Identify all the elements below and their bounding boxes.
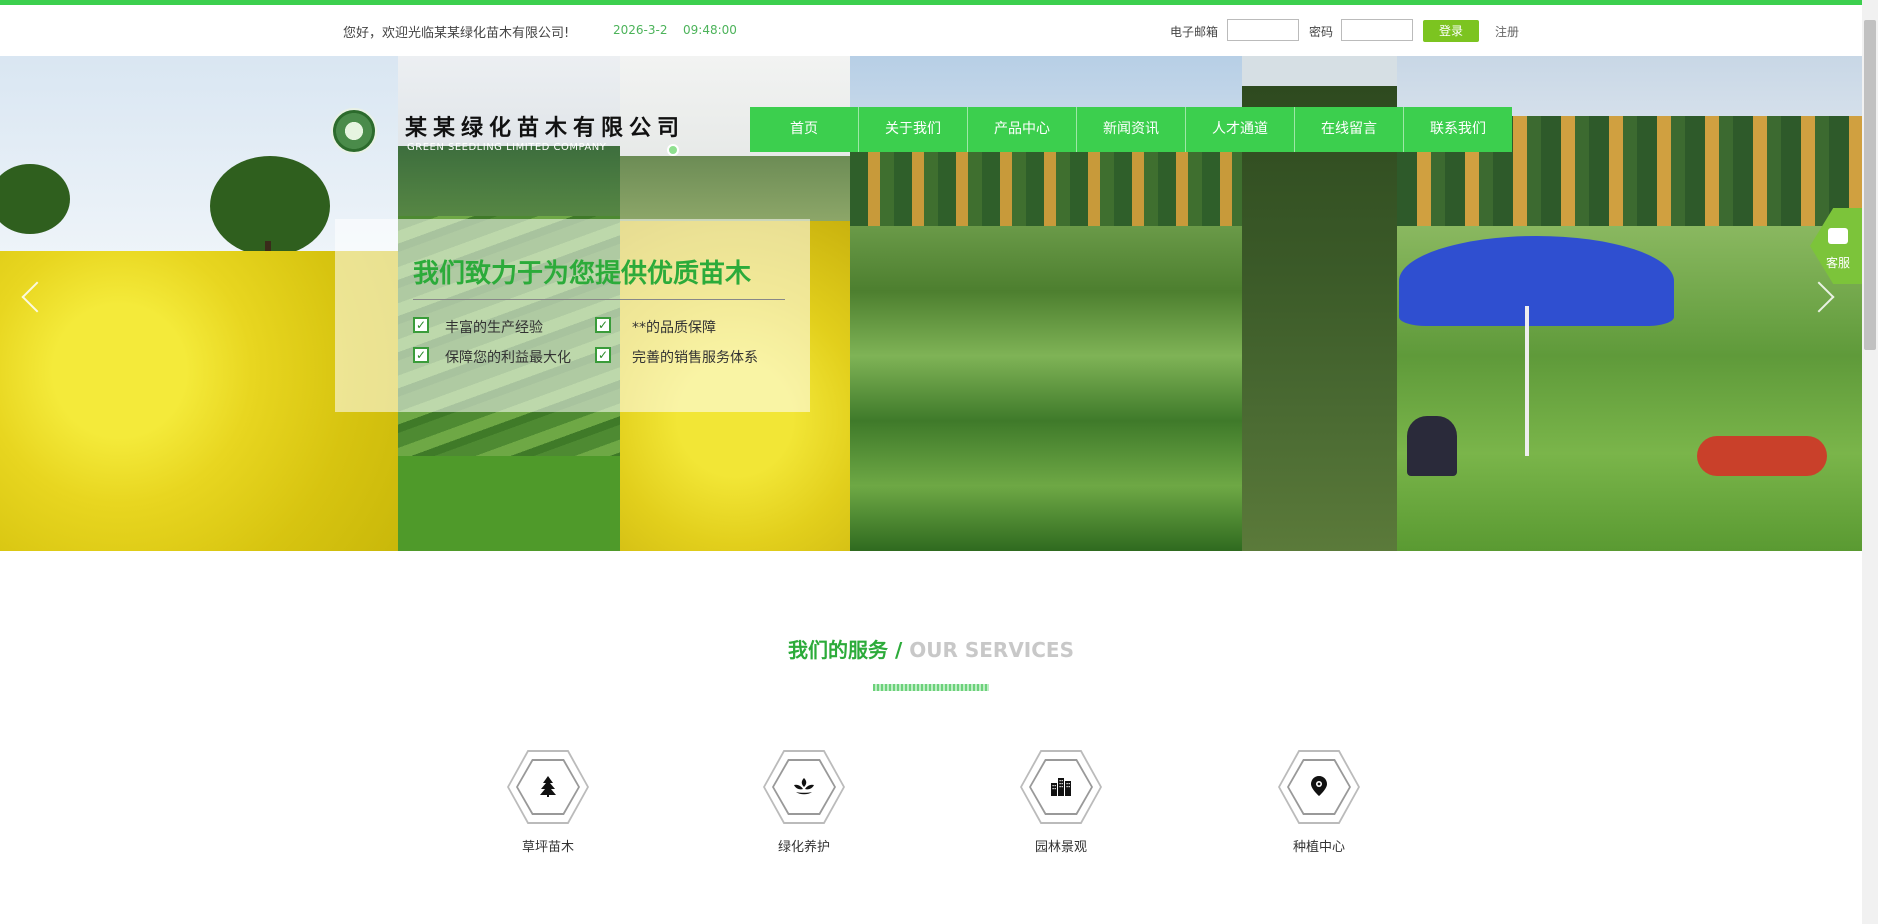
nav-item-home[interactable]: 首页	[750, 107, 859, 152]
scrollbar-thumb[interactable]	[1864, 20, 1876, 350]
current-date: 2026-3-2	[613, 23, 668, 37]
nav-item-news[interactable]: 新闻资讯	[1077, 107, 1186, 152]
welcome-text: 您好，欢迎光临某某绿化苗木有限公司!	[343, 26, 570, 41]
sprout-icon	[794, 778, 814, 795]
service-item-lawn[interactable]: 草坪苗木	[493, 750, 603, 855]
company-name-en: GREEN SEEDLING LIMITED COMPANY	[407, 142, 607, 153]
nav-item-about[interactable]: 关于我们	[859, 107, 968, 152]
company-logo-icon	[331, 108, 377, 154]
services-title-sep: /	[894, 638, 903, 662]
feature-text: 丰富的生产经验	[445, 320, 543, 336]
services-heading: 我们的服务 / OUR SERVICES	[0, 634, 1862, 663]
feature-text: 保障您的利益最大化	[445, 350, 571, 366]
buildings-icon	[1051, 778, 1071, 796]
service-label: 草坪苗木	[521, 840, 574, 855]
service-item-planting[interactable]: 种植中心	[1264, 750, 1374, 855]
promo-divider	[413, 299, 785, 300]
password-input[interactable]	[1341, 19, 1413, 41]
services-title-en: OUR SERVICES	[909, 638, 1074, 662]
services-underline	[873, 684, 989, 691]
top-bar: 您好，欢迎光临某某绿化苗木有限公司! 2026-3-2 09:48:00 电子邮…	[0, 5, 1862, 56]
hexagon-frame	[763, 750, 845, 824]
service-label: 绿化养护	[777, 840, 830, 855]
hero-banner: 某某绿化苗木有限公司 GREEN SEEDLING LIMITED COMPAN…	[0, 56, 1862, 551]
feature-text: **的品质保障	[632, 320, 716, 336]
register-link[interactable]: 注册	[1495, 23, 1519, 40]
nav-item-message[interactable]: 在线留言	[1295, 107, 1404, 152]
email-label: 电子邮箱	[1170, 25, 1219, 39]
email-input[interactable]	[1227, 19, 1299, 41]
hexagon-frame	[1020, 750, 1102, 824]
feature-text: 完善的销售服务体系	[632, 350, 758, 366]
hexagon-frame	[1278, 750, 1360, 824]
check-icon: ✓	[595, 317, 611, 333]
service-label: 园林景观	[1034, 840, 1087, 855]
nav-item-contact[interactable]: 联系我们	[1404, 107, 1512, 152]
service-label: 种植中心	[1292, 840, 1345, 855]
check-icon: ✓	[413, 317, 429, 333]
current-time: 09:48:00	[683, 23, 737, 37]
main-nav: 首页 关于我们 产品中心 新闻资讯 人才通道 在线留言 联系我们	[750, 107, 1512, 152]
check-icon: ✓	[595, 347, 611, 363]
check-icon: ✓	[413, 347, 429, 363]
nav-item-products[interactable]: 产品中心	[968, 107, 1077, 152]
tree-icon	[540, 776, 556, 797]
service-item-landscape[interactable]: 园林景观	[1006, 750, 1116, 855]
password-label: 密码	[1309, 25, 1334, 39]
company-name: 某某绿化苗木有限公司	[405, 115, 686, 141]
service-item-maintenance[interactable]: 绿化养护	[749, 750, 859, 855]
hexagon-frame	[507, 750, 589, 824]
chat-bubble-icon	[1828, 228, 1848, 244]
promo-title: 我们致力于为您提供优质苗木	[413, 259, 752, 289]
services-title-cn: 我们的服务	[788, 638, 888, 662]
nav-item-careers[interactable]: 人才通道	[1186, 107, 1295, 152]
login-button[interactable]: 登录	[1423, 20, 1479, 42]
customer-service-label: 客服	[1826, 256, 1851, 270]
promo-box: 我们致力于为您提供优质苗木 ✓ 丰富的生产经验 ✓ **的品质保障 ✓ 保障您的…	[335, 219, 810, 412]
location-pin-icon	[1311, 776, 1327, 796]
logo-dot-icon	[667, 144, 679, 156]
